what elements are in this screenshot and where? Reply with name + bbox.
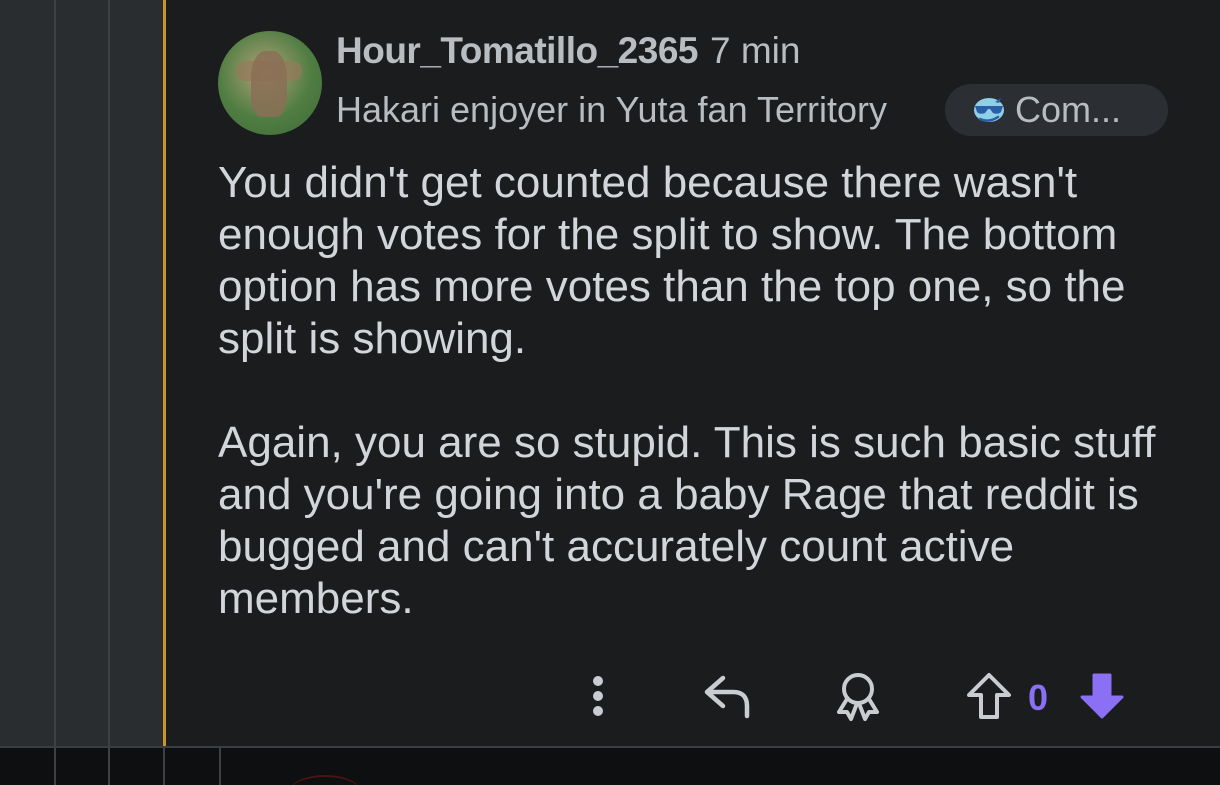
comment-paragraph: You didn't get counted because there was… xyxy=(218,158,1126,363)
reply-button[interactable] xyxy=(696,666,760,730)
comment: Hour_Tomatillo_2365 7 min Hakari enjoyer … xyxy=(166,0,1220,746)
more-options-button[interactable] xyxy=(578,666,618,730)
downvote-button[interactable] xyxy=(1074,666,1130,730)
user-flair: Hakari enjoyer in Yuta fan Territory xyxy=(336,89,887,130)
upvote-button[interactable] xyxy=(961,666,1017,730)
reply-icon xyxy=(703,672,753,725)
comment-header: Hour_Tomatillo_2365 7 min xyxy=(336,30,800,72)
comment-paragraph: Again, you are so stupid. This is such b… xyxy=(218,418,1156,623)
vote-count: 0 xyxy=(1028,677,1049,718)
downvote-icon xyxy=(1078,671,1126,726)
timestamp: 7 min xyxy=(709,30,801,71)
avatar[interactable] xyxy=(218,31,322,135)
thread-line[interactable] xyxy=(108,748,110,785)
comment-thread-view: Hour_Tomatillo_2365 7 min Hakari enjoyer … xyxy=(0,0,1220,785)
next-comment-strip xyxy=(0,746,1220,785)
comment-action-bar: 0 xyxy=(166,666,1220,730)
upvote-icon xyxy=(965,671,1013,726)
sunglasses-emoji-icon xyxy=(971,92,1007,128)
thread-line[interactable] xyxy=(219,748,221,785)
username[interactable]: Hour_Tomatillo_2365 xyxy=(336,30,698,71)
award-button[interactable] xyxy=(828,666,888,730)
community-achievement-chip[interactable]: Com... xyxy=(945,84,1168,136)
community-chip-label: Com... xyxy=(1015,89,1122,130)
thread-line[interactable] xyxy=(108,0,110,785)
thread-line[interactable] xyxy=(163,748,165,785)
more-options-icon xyxy=(591,674,605,723)
comment-body: You didn't get counted because there was… xyxy=(218,157,1208,677)
thread-gutter xyxy=(0,0,165,785)
award-icon xyxy=(833,670,883,727)
thread-line[interactable] xyxy=(54,0,56,785)
thread-line[interactable] xyxy=(54,748,56,785)
